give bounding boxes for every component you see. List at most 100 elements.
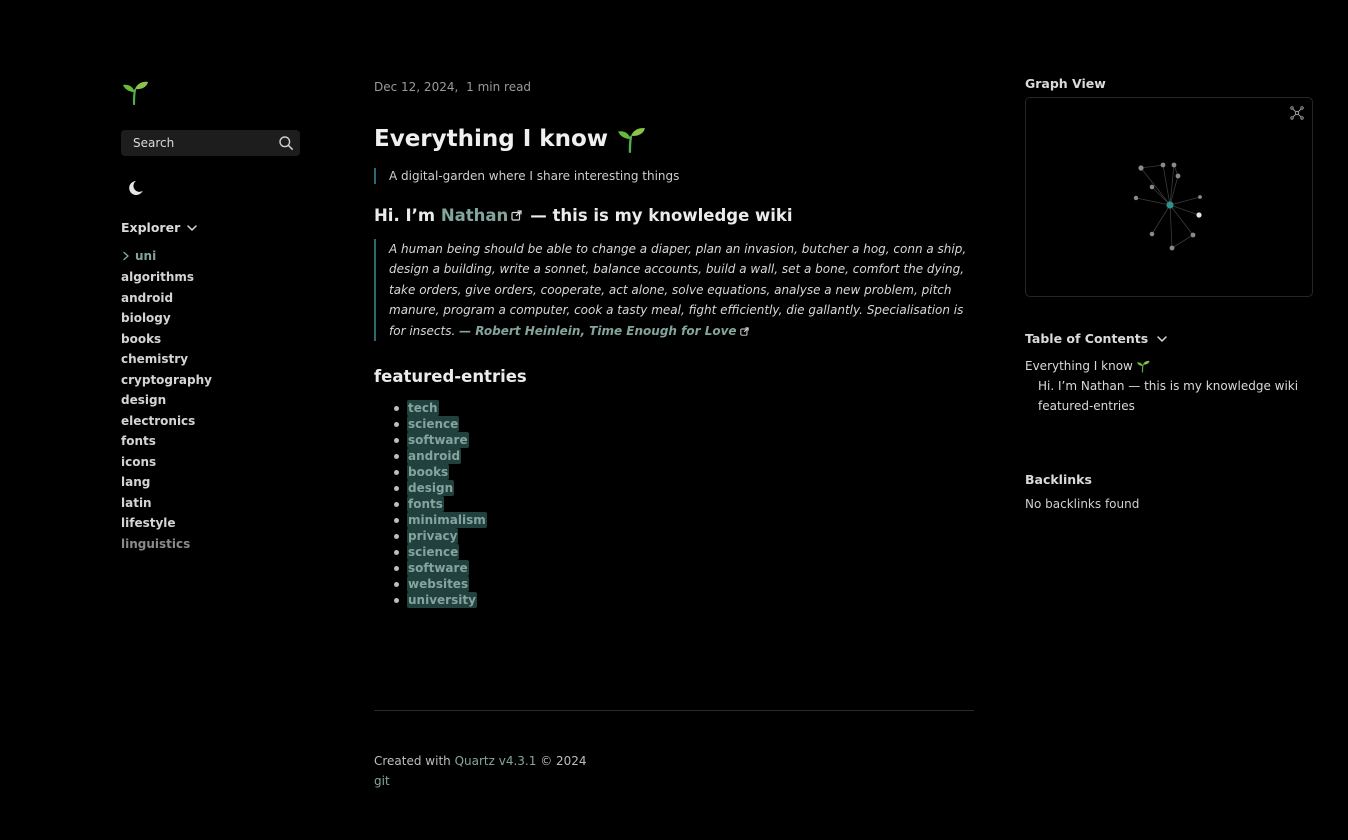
graph-node[interactable] [1169, 245, 1175, 251]
search-bar[interactable]: Search [121, 130, 300, 156]
explorer-item-latin[interactable]: latin [121, 493, 301, 514]
entry-link-design[interactable]: design [407, 480, 455, 497]
graph-canvas[interactable] [1026, 98, 1314, 298]
article: Dec 12, 2024, 1 min read Everything I kn… [374, 80, 974, 609]
backlinks: Backlinks No backlinks found [1025, 472, 1313, 511]
bullet [394, 437, 399, 443]
toc-item[interactable]: featured-entries [1025, 396, 1313, 416]
bullet [394, 533, 399, 539]
toc-toggle[interactable]: Table of Contents [1025, 331, 1313, 346]
external-link-icon [511, 210, 522, 221]
explorer-item-linguistics[interactable]: linguistics [121, 534, 301, 555]
list-item: science [394, 544, 974, 561]
explorer-item-algorithms[interactable]: algorithms [121, 267, 301, 288]
right-sidebar: Graph View Table of Contents Everything … [1025, 76, 1313, 511]
list-item: websites [394, 576, 974, 593]
explorer-item-books[interactable]: books [121, 329, 301, 350]
backlinks-title: Backlinks [1025, 472, 1092, 487]
explorer-item-icons[interactable]: icons [121, 452, 301, 473]
intro-suffix: — this is my knowledge wiki [530, 206, 793, 225]
featured-list: tech science software android books desi… [374, 400, 974, 609]
explorer-item-lang[interactable]: lang [121, 472, 301, 493]
graph-node[interactable] [1138, 165, 1144, 171]
search-label: Search [133, 136, 175, 150]
entry-link-university[interactable]: university [407, 592, 477, 609]
list-item: books [394, 464, 974, 481]
graph-node[interactable] [1198, 195, 1202, 199]
bullet [394, 405, 399, 411]
entry-link-fonts[interactable]: fonts [407, 496, 444, 513]
explorer-item-cryptography[interactable]: cryptography [121, 370, 301, 391]
graph-node[interactable] [1133, 195, 1139, 201]
graph-node[interactable] [1190, 232, 1196, 238]
chevron-right-icon [123, 251, 129, 261]
explorer-item-biology[interactable]: biology [121, 308, 301, 329]
explorer-item-chemistry[interactable]: chemistry [121, 349, 301, 370]
search-icon[interactable] [278, 135, 294, 151]
list-item: design [394, 480, 974, 497]
explorer-item-design[interactable]: design [121, 390, 301, 411]
bullet [394, 597, 399, 603]
sprout-icon [1136, 360, 1150, 373]
article-date: Dec 12, 2024, [374, 80, 459, 94]
graph-node[interactable] [1175, 173, 1181, 179]
backlinks-empty: No backlinks found [1025, 497, 1140, 511]
toc-item[interactable]: Hi. I’m Nathan — this is my knowledge wi… [1025, 376, 1313, 396]
bullet [394, 469, 399, 475]
list-item: privacy [394, 528, 974, 545]
entry-link-software-2[interactable]: software [407, 560, 469, 577]
graph-node[interactable] [1149, 184, 1155, 190]
footer: Created with Quartz v4.3.1 © 2024 git [374, 751, 587, 791]
explorer-item-android[interactable]: android [121, 288, 301, 309]
bullet [394, 421, 399, 427]
explorer-toggle[interactable]: Explorer [121, 220, 301, 235]
entry-link-science[interactable]: science [407, 416, 460, 433]
nathan-link[interactable]: Nathan [441, 206, 508, 225]
entry-link-android[interactable]: android [407, 448, 462, 465]
featured-heading: featured-entries [374, 367, 527, 387]
moon-icon[interactable] [127, 178, 147, 198]
list-item: tech [394, 400, 974, 417]
page-title: Everything I know [374, 124, 974, 154]
bullet [394, 453, 399, 459]
graph-node[interactable] [1149, 231, 1155, 237]
entry-link-software[interactable]: software [407, 432, 469, 449]
bullet [394, 501, 399, 507]
bullet [394, 565, 399, 571]
list-item: software [394, 432, 974, 449]
entry-link-privacy[interactable]: privacy [407, 528, 459, 545]
heinlein-quote: A human being should be able to change a… [374, 239, 974, 342]
toc-title: Table of Contents [1025, 331, 1149, 346]
entry-link-science-2[interactable]: science [407, 544, 460, 561]
entry-link-books[interactable]: books [407, 464, 450, 481]
footer-divider [374, 710, 974, 711]
entry-link-tech[interactable]: tech [407, 400, 439, 417]
graph-node[interactable] [1160, 162, 1166, 168]
explorer-item-fonts[interactable]: fonts [121, 431, 301, 452]
graph-node[interactable] [1196, 212, 1202, 218]
quote-citation-link[interactable]: — Robert Heinlein, Time Enough for Love [459, 324, 736, 338]
sprout-icon[interactable] [121, 78, 149, 106]
bullet [394, 549, 399, 555]
graph-node-current[interactable] [1166, 201, 1174, 209]
footer-copyright: © 2024 [536, 754, 587, 768]
article-read-time: 1 min read [466, 80, 532, 94]
explorer-item-electronics[interactable]: electronics [121, 411, 301, 432]
entry-link-minimalism[interactable]: minimalism [407, 512, 487, 529]
folder-label: uni [135, 249, 157, 263]
quartz-link[interactable]: Quartz v4.3.1 [455, 754, 537, 768]
globe-graph-icon[interactable] [1290, 106, 1304, 120]
toc-item[interactable]: Everything I know [1025, 356, 1313, 376]
sprout-icon [618, 128, 645, 154]
external-link-icon [740, 326, 750, 336]
git-link[interactable]: git [374, 774, 390, 788]
bullet [394, 485, 399, 491]
chevron-down-icon [1157, 335, 1167, 342]
toc-list: Everything I know Hi. I’m Nathan — this … [1025, 356, 1313, 416]
graph-node[interactable] [1171, 162, 1177, 168]
entry-link-websites[interactable]: websites [407, 576, 470, 593]
explorer-item-lifestyle[interactable]: lifestyle [121, 513, 301, 534]
explorer-folder-uni[interactable]: uni [121, 249, 301, 263]
graph-view[interactable] [1025, 97, 1313, 297]
intro-prefix: Hi. I’m [374, 206, 441, 225]
